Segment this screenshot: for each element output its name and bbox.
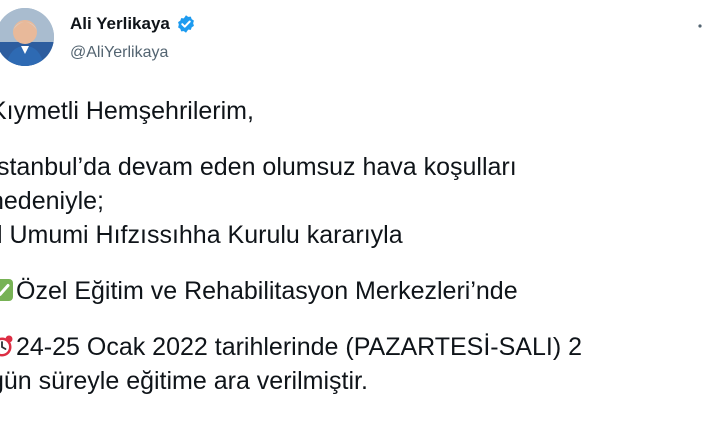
tweet-line: gün süreyle eğitime ara verilmiştir.: [0, 367, 368, 395]
check-mark-emoji-icon: [0, 277, 14, 301]
alarm-clock-emoji-icon: [0, 333, 14, 357]
tweet-text: Kıymetli Hemşehrilerim, İstanbul’da deva…: [0, 94, 706, 398]
tweet-line: İl Umumi Hıfzıssıhha Kurulu kararıyla: [0, 221, 403, 249]
more-options-icon[interactable]: [696, 22, 704, 30]
user-handle[interactable]: @AliYerlikaya: [70, 44, 168, 62]
display-name[interactable]: Ali Yerlikaya: [70, 14, 170, 34]
tweet-line-greeting: Kıymetli Hemşehrilerim,: [0, 97, 254, 125]
verified-badge-icon: [176, 14, 196, 34]
name-row: Ali Yerlikaya: [70, 14, 196, 34]
tweet-line-clock: 24-25 Ocak 2022 tarihlerinde (PAZARTESİ-…: [0, 330, 706, 364]
tweet-line-text: 24-25 Ocak 2022 tarihlerinde (PAZARTESİ-…: [16, 333, 583, 361]
tweet-header: Ali Yerlikaya @AliYerlikaya: [0, 0, 706, 80]
tweet-line-check: Özel Eğitim ve Rehabilitasyon Merkezleri…: [0, 274, 706, 308]
tweet-line: İstanbul’da devam eden olumsuz hava koşu…: [0, 153, 517, 181]
tweet-line-text: Özel Eğitim ve Rehabilitasyon Merkezleri…: [16, 277, 518, 305]
tweet-line: nedeniyle;: [0, 187, 104, 215]
avatar[interactable]: [0, 8, 54, 66]
